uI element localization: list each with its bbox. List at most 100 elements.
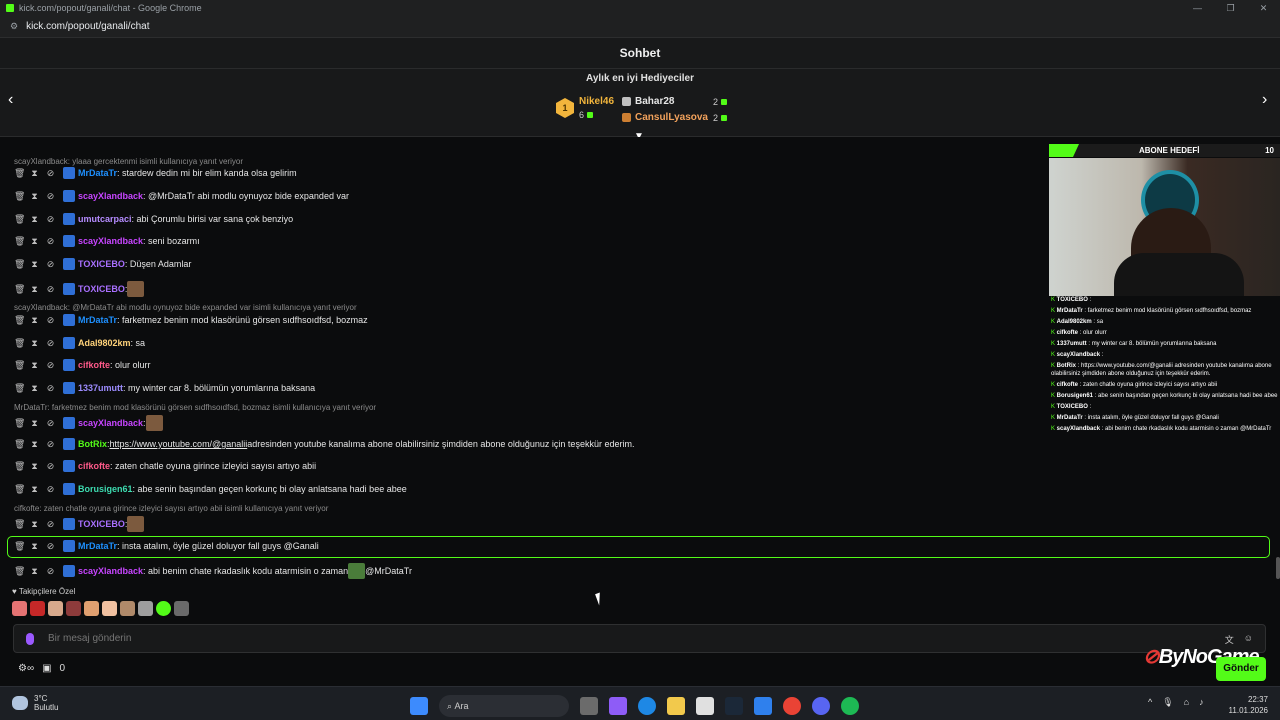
chat-username[interactable]: MrDataTr — [78, 168, 117, 178]
chat-username[interactable]: MrDataTr — [78, 315, 117, 325]
delete-icon[interactable]: 🗑 — [14, 338, 25, 349]
chat-username[interactable]: Adal9802km — [78, 338, 131, 348]
ban-icon[interactable]: ⊘ — [46, 566, 55, 577]
botrix-link[interactable]: https://www.youtube.com/@ganalii — [110, 439, 248, 449]
delete-icon[interactable]: 🗑 — [14, 439, 25, 450]
chat-username[interactable]: scayXlandback — [78, 418, 143, 428]
timeout-icon[interactable]: ⧗ — [30, 168, 39, 179]
chat-username[interactable]: cifkofte — [78, 360, 110, 370]
delete-icon[interactable]: 🗑 — [14, 168, 25, 179]
delete-icon[interactable]: 🗑 — [14, 236, 25, 247]
chat-username[interactable]: 1337umutt — [78, 383, 123, 393]
close-icon[interactable]: ✕ — [1247, 0, 1280, 16]
timeout-icon[interactable]: ⧗ — [30, 338, 39, 349]
timeout-icon[interactable]: ⧗ — [30, 461, 39, 472]
delete-icon[interactable]: 🗑 — [14, 519, 25, 530]
network-icon[interactable]: ⌂ — [1184, 697, 1189, 708]
gift-icon[interactable]: ▣ — [42, 663, 51, 674]
emote-icon[interactable] — [84, 601, 99, 616]
ban-icon[interactable]: ⊘ — [46, 315, 55, 326]
timeout-icon[interactable]: ⧗ — [30, 519, 39, 530]
ban-icon[interactable]: ⊘ — [46, 418, 55, 429]
timeout-icon[interactable]: ⧗ — [30, 418, 39, 429]
ban-icon[interactable]: ⊘ — [46, 461, 55, 472]
ban-icon[interactable]: ⊘ — [46, 360, 55, 371]
delete-icon[interactable]: 🗑 — [14, 214, 25, 225]
chrome-icon[interactable] — [783, 697, 801, 715]
taskbar-search[interactable]: ⌕ Ara — [439, 695, 569, 717]
timeout-icon[interactable]: ⧗ — [30, 315, 39, 326]
chat-username[interactable]: TOXICEBO — [78, 519, 125, 529]
microphone-icon[interactable] — [26, 632, 34, 645]
top-gifter-second[interactable]: Bahar28 2 — [622, 96, 727, 107]
ban-icon[interactable]: ⊘ — [46, 284, 55, 295]
send-button[interactable]: Gönder — [1216, 657, 1266, 681]
chat-username[interactable]: TOXICEBO — [78, 284, 125, 294]
emote-icon[interactable] — [12, 601, 27, 616]
ban-icon[interactable]: ⊘ — [46, 484, 55, 495]
chat-username[interactable]: scayXlandback — [78, 191, 143, 201]
chat-username[interactable]: scayXlandback — [78, 566, 143, 576]
ban-icon[interactable]: ⊘ — [46, 338, 55, 349]
delete-icon[interactable]: 🗑 — [14, 191, 25, 202]
timeout-icon[interactable]: ⧗ — [30, 284, 39, 295]
chat-username[interactable]: cifkofte — [78, 461, 110, 471]
ban-icon[interactable]: ⊘ — [46, 214, 55, 225]
tray-mic-icon[interactable]: 🎙 — [1162, 697, 1173, 708]
delete-icon[interactable]: 🗑 — [14, 418, 25, 429]
tray-chevron-icon[interactable]: ^ — [1148, 697, 1152, 708]
ban-icon[interactable]: ⊘ — [46, 383, 55, 394]
timeout-icon[interactable]: ⧗ — [30, 484, 39, 495]
file-explorer-icon[interactable] — [667, 697, 685, 715]
timeout-icon[interactable]: ⧗ — [30, 214, 39, 225]
chat-username[interactable]: scayXlandback — [78, 236, 143, 246]
app-icon[interactable] — [754, 697, 772, 715]
chat-username[interactable]: umutcarpaci — [78, 214, 132, 224]
chat-username[interactable]: BotRix — [78, 439, 107, 449]
windows-start-icon[interactable] — [410, 697, 428, 715]
timeout-icon[interactable]: ⧗ — [30, 259, 39, 270]
chat-username[interactable]: TOXICEBO — [78, 259, 125, 269]
emote-icon[interactable] — [120, 601, 135, 616]
copilot-icon[interactable] — [609, 697, 627, 715]
edge-icon[interactable] — [638, 697, 656, 715]
volume-icon[interactable]: ♪ — [1199, 697, 1204, 708]
timeout-icon[interactable]: ⧗ — [30, 360, 39, 371]
top-gifter-first[interactable]: 1 Nikel46 6 — [556, 96, 614, 120]
spotify-icon[interactable] — [841, 697, 859, 715]
delete-icon[interactable]: 🗑 — [14, 315, 25, 326]
delete-icon[interactable]: 🗑 — [14, 360, 25, 371]
clock[interactable]: 22:37 11.01.2026 — [1228, 694, 1268, 716]
ban-icon[interactable]: ⊘ — [46, 259, 55, 270]
steam-icon[interactable] — [725, 697, 743, 715]
emote-icon[interactable] — [102, 601, 117, 616]
ban-icon[interactable]: ⊘ — [46, 191, 55, 202]
delete-icon[interactable]: 🗑 — [14, 566, 25, 577]
message-input-box[interactable]: 文 ☺ — [13, 624, 1266, 653]
weather-widget[interactable]: 3°C Bulutlu — [12, 694, 58, 712]
chat-username[interactable]: Borusigen61 — [78, 484, 133, 494]
ban-icon[interactable]: ⊘ — [46, 168, 55, 179]
mention-text[interactable]: @MrDataTr — [365, 566, 412, 576]
scrollbar-thumb[interactable] — [1276, 557, 1280, 579]
delete-icon[interactable]: 🗑 — [14, 484, 25, 495]
message-input[interactable] — [48, 633, 1148, 644]
task-view-icon[interactable] — [580, 697, 598, 715]
emote-icon[interactable] — [48, 601, 63, 616]
chevron-left-icon[interactable]: ‹ — [8, 91, 13, 109]
site-settings-icon[interactable]: ⚙ — [10, 21, 18, 32]
ban-icon[interactable]: ⊘ — [46, 519, 55, 530]
delete-icon[interactable]: 🗑 — [14, 461, 25, 472]
discord-icon[interactable] — [812, 697, 830, 715]
top-gifter-third[interactable]: CansulLyasova 2 — [622, 112, 727, 123]
url-text[interactable]: kick.com/popout/ganali/chat — [26, 21, 149, 32]
delete-icon[interactable]: 🗑 — [14, 383, 25, 394]
timeout-icon[interactable]: ⧗ — [30, 191, 39, 202]
emote-icon[interactable] — [156, 601, 171, 616]
store-icon[interactable] — [696, 697, 714, 715]
emote-icon[interactable] — [174, 601, 189, 616]
timeout-icon[interactable]: ⧗ — [30, 236, 39, 247]
ban-icon[interactable]: ⊘ — [46, 439, 55, 450]
emote-icon[interactable] — [66, 601, 81, 616]
address-bar[interactable]: ⚙ kick.com/popout/ganali/chat — [0, 16, 1280, 38]
